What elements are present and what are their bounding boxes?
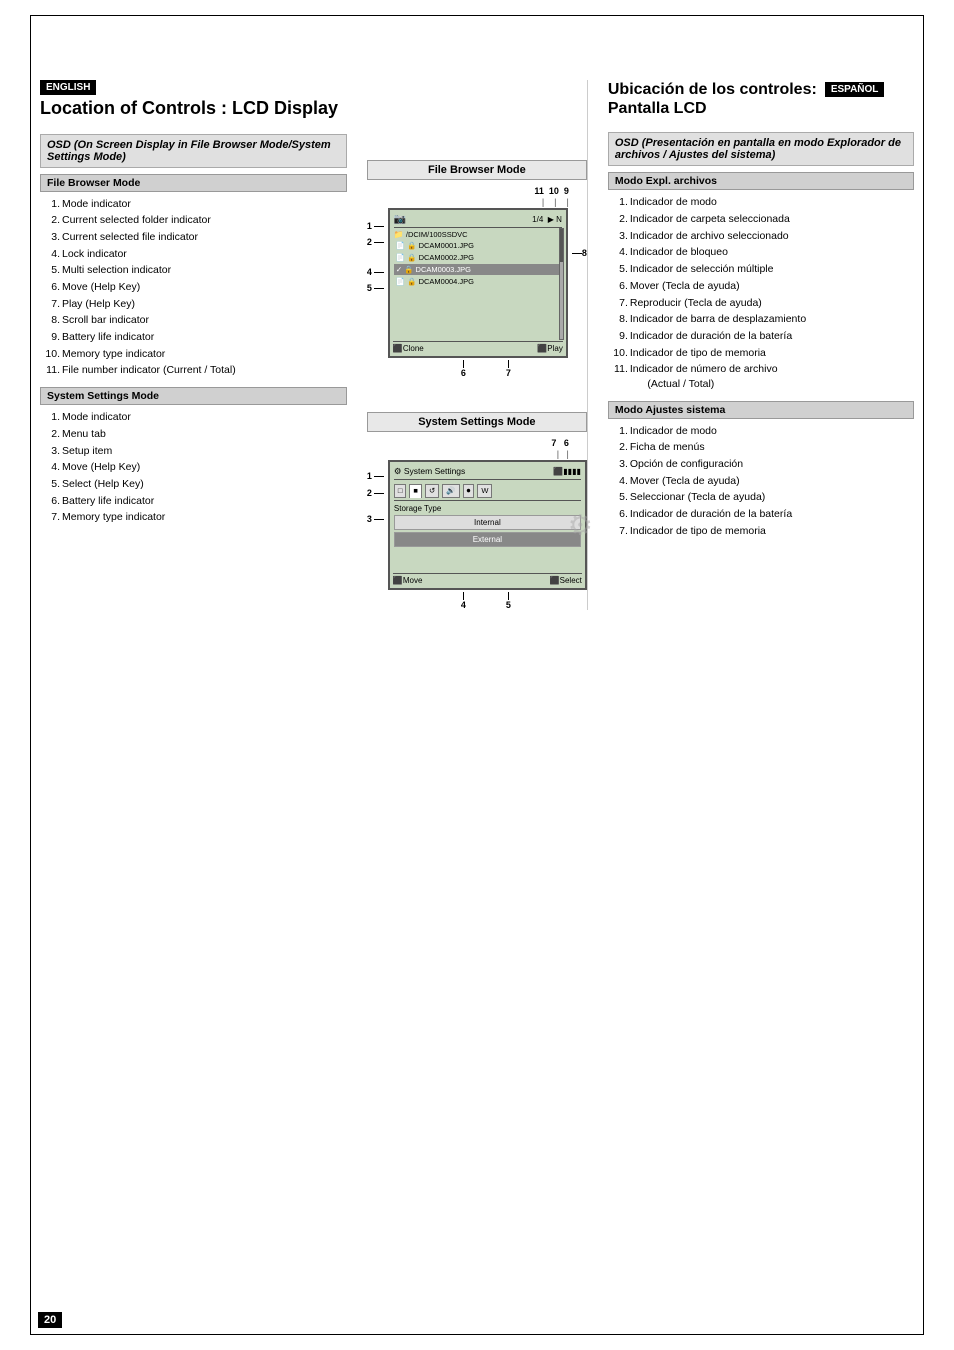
ss-left-callout-numbers: 1 2 3 bbox=[367, 460, 384, 536]
list-item: 1.Indicador de modo bbox=[608, 194, 914, 211]
list-item: 11.File number indicator (Current / Tota… bbox=[40, 362, 347, 379]
file-browser-lcd: 📷 1/4 ▶ N 📁 /DCIM/100SSDVC 📄🔒DCAM0001.JP… bbox=[388, 208, 568, 358]
bottom-callout-numbers-fb: 6 7 bbox=[367, 360, 587, 378]
right-callout-number: 8 bbox=[572, 208, 587, 258]
list-item: 3.Current selected file indicator bbox=[40, 229, 347, 246]
list-item: 5.Select (Help Key) bbox=[40, 476, 347, 493]
list-item: 1.Mode indicator bbox=[40, 196, 347, 213]
page-number: 20 bbox=[38, 1312, 62, 1328]
english-lang-badge: ENGLISH bbox=[40, 80, 96, 95]
english-system-settings-label: System Settings Mode bbox=[40, 387, 347, 405]
spanish-title: Ubicación de los controles: Pantalla LCD bbox=[608, 80, 817, 118]
system-settings-screen-block: System Settings Mode 7 6 | | 1 2 bbox=[367, 412, 587, 610]
list-item: 10.Memory type indicator bbox=[40, 346, 347, 363]
file-browser-bottom-bar: ⬛Clone ⬛Play bbox=[393, 341, 563, 353]
spanish-lang-badge: ESPAÑOL bbox=[825, 82, 885, 97]
list-item: 2.Current selected folder indicator bbox=[40, 212, 347, 229]
list-item: 2.Ficha de menús bbox=[608, 439, 914, 456]
list-item: 6.Battery life indicator bbox=[40, 493, 347, 510]
list-item: 3.Opción de configuración bbox=[608, 456, 914, 473]
list-item: 4.Mover (Tecla de ayuda) bbox=[608, 473, 914, 490]
system-settings-lcd: ⚙ System Settings ⬛▮▮▮▮ □ ■ ↺ 🔊 ⏺ W bbox=[388, 460, 587, 590]
list-item: 5.Multi selection indicator bbox=[40, 262, 347, 279]
spanish-file-browser-label: Modo Expl. archivos bbox=[608, 172, 914, 190]
list-item: 9.Battery life indicator bbox=[40, 329, 347, 346]
bottom-callout-numbers-ss: 4 5 bbox=[367, 592, 587, 610]
list-item: 10.Indicador de tipo de memoria bbox=[608, 345, 914, 362]
spanish-file-browser-list: 1.Indicador de modo 2.Indicador de carpe… bbox=[608, 194, 914, 392]
list-item: 7.Reproducir (Tecla de ayuda) bbox=[608, 295, 914, 312]
list-item: 5.Indicador de selección múltiple bbox=[608, 261, 914, 278]
list-item: 7.Indicador de tipo de memoria bbox=[608, 523, 914, 540]
english-osd-header: OSD (On Screen Display in File Browser M… bbox=[40, 134, 347, 168]
list-item: 2.Indicador de carpeta seleccionada bbox=[608, 211, 914, 228]
spanish-system-settings-label: Modo Ajustes sistema bbox=[608, 401, 914, 419]
list-item: 1.Mode indicator bbox=[40, 409, 347, 426]
ss-top-callout-numbers: 7 6 bbox=[367, 438, 587, 448]
list-item: 7.Memory type indicator bbox=[40, 509, 347, 526]
list-item: 8.Indicador de barra de desplazamiento bbox=[608, 311, 914, 328]
english-file-browser-label: File Browser Mode bbox=[40, 174, 347, 192]
list-item: 4.Move (Help Key) bbox=[40, 459, 347, 476]
list-item: 4.Lock indicator bbox=[40, 246, 347, 263]
english-system-settings-list: 1.Mode indicator 2.Menu tab 3.Setup item… bbox=[40, 409, 347, 526]
list-item: 7.Play (Help Key) bbox=[40, 296, 347, 313]
screen-mockups: File Browser Mode 11 10 9 | | | 1 2 bbox=[367, 160, 587, 610]
list-item: 6.Mover (Tecla de ayuda) bbox=[608, 278, 914, 295]
system-settings-bottom-bar: ⬛Move ⬛Select bbox=[393, 573, 582, 585]
left-callout-numbers: 1 2 4 5 bbox=[367, 208, 384, 296]
spanish-system-settings-list: 1.Indicador de modo 2.Ficha de menús 3.O… bbox=[608, 423, 914, 540]
file-browser-screen-title: File Browser Mode bbox=[367, 160, 587, 180]
list-item: 3.Setup item bbox=[40, 443, 347, 460]
list-item: 1.Indicador de modo bbox=[608, 423, 914, 440]
list-item: 4.Indicador de bloqueo bbox=[608, 244, 914, 261]
list-item: 3.Indicador de archivo seleccionado bbox=[608, 228, 914, 245]
top-callout-numbers: 11 10 9 bbox=[367, 186, 587, 196]
english-title: Location of Controls : LCD Display bbox=[40, 98, 347, 120]
list-item: 6.Move (Help Key) bbox=[40, 279, 347, 296]
english-file-browser-list: 1.Mode indicator 2.Current selected fold… bbox=[40, 196, 347, 380]
list-item: 2.Menu tab bbox=[40, 426, 347, 443]
list-item: 11.Indicador de número de archivo (Actua… bbox=[608, 361, 914, 392]
list-item: 5.Seleccionar (Tecla de ayuda) bbox=[608, 489, 914, 506]
list-item: 6.Indicador de duración de la batería bbox=[608, 506, 914, 523]
list-item: 9.Indicador de duración de la batería bbox=[608, 328, 914, 345]
english-section: ENGLISH Location of Controls : LCD Displ… bbox=[40, 80, 367, 610]
list-item: 8.Scroll bar indicator bbox=[40, 312, 347, 329]
system-settings-screen-title: System Settings Mode bbox=[367, 412, 587, 432]
gear-icon: ⚙ bbox=[568, 509, 593, 542]
spanish-osd-header: OSD (Presentación en pantalla en modo Ex… bbox=[608, 132, 914, 166]
file-browser-screen-block: File Browser Mode 11 10 9 | | | 1 2 bbox=[367, 160, 587, 378]
spanish-section: Ubicación de los controles: Pantalla LCD… bbox=[587, 80, 914, 610]
